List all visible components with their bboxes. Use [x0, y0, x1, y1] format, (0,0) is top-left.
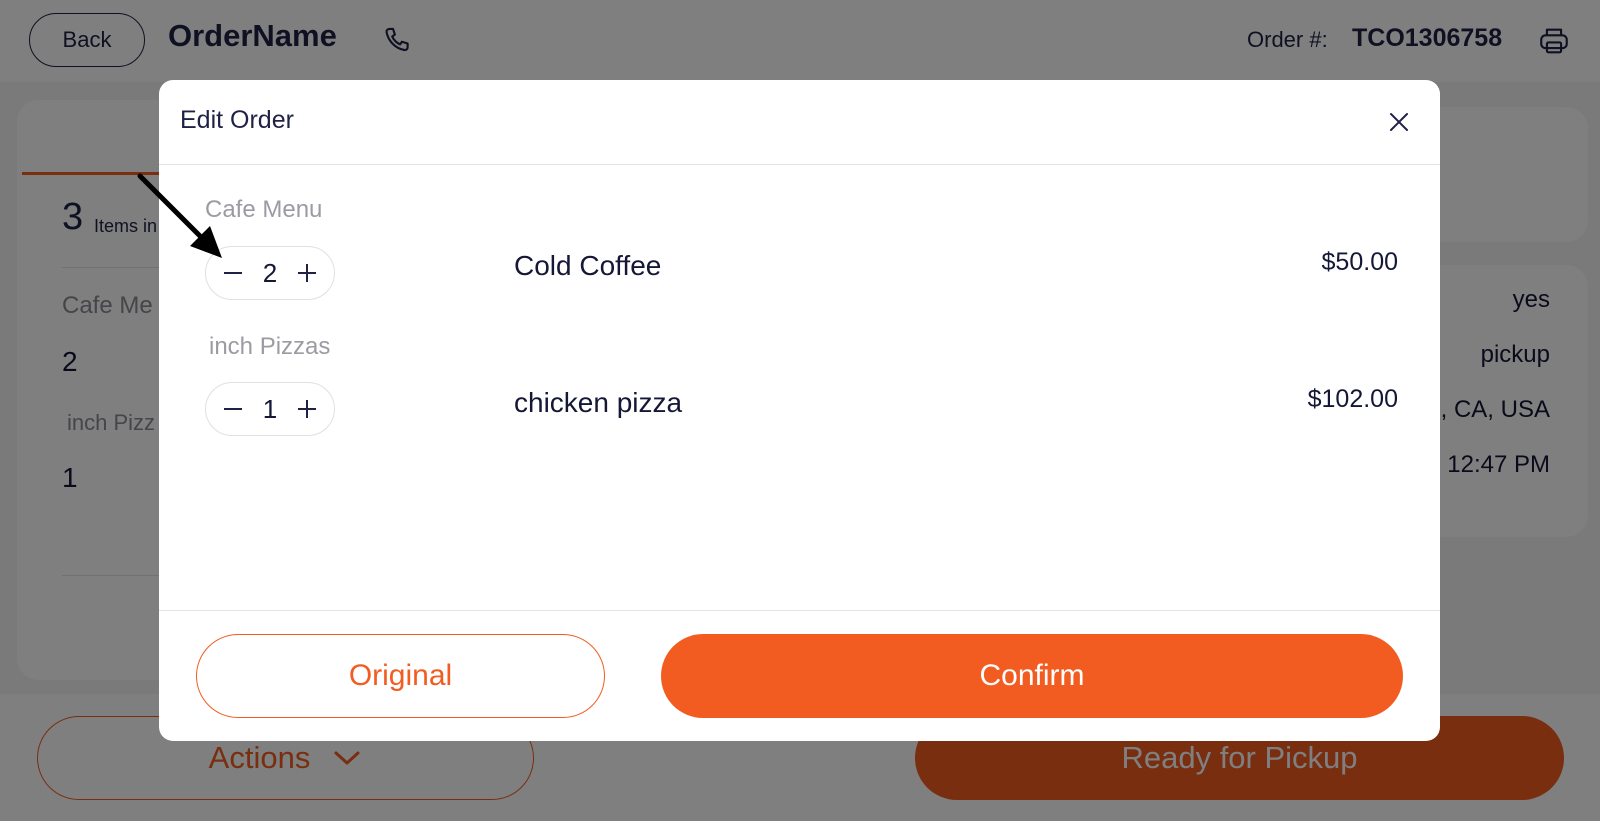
close-icon[interactable] — [1385, 108, 1413, 136]
increment-button[interactable] — [294, 260, 320, 286]
plus-icon — [298, 400, 316, 418]
divider — [159, 610, 1440, 611]
modal-title: Edit Order — [180, 106, 294, 134]
plus-icon — [298, 264, 316, 282]
item-name: Cold Coffee — [514, 250, 662, 281]
divider — [159, 164, 1440, 165]
original-button[interactable]: Original — [196, 634, 605, 718]
confirm-button[interactable]: Confirm — [661, 634, 1403, 718]
category-label: inch Pizzas — [209, 333, 331, 360]
item-price: $50.00 — [1321, 248, 1398, 276]
item-price: $102.00 — [1307, 385, 1398, 413]
item-name: chicken pizza — [514, 387, 683, 418]
quantity-stepper: 1 — [205, 382, 335, 436]
quantity-value: 1 — [262, 393, 278, 424]
decrement-button[interactable] — [220, 396, 246, 422]
increment-button[interactable] — [294, 396, 320, 422]
quantity-value: 2 — [262, 257, 278, 288]
annotation-arrow — [137, 173, 222, 258]
edit-order-modal: Edit Order Cafe Menu 2 Cold Coffee $50.0… — [159, 80, 1440, 741]
minus-icon — [224, 408, 242, 410]
